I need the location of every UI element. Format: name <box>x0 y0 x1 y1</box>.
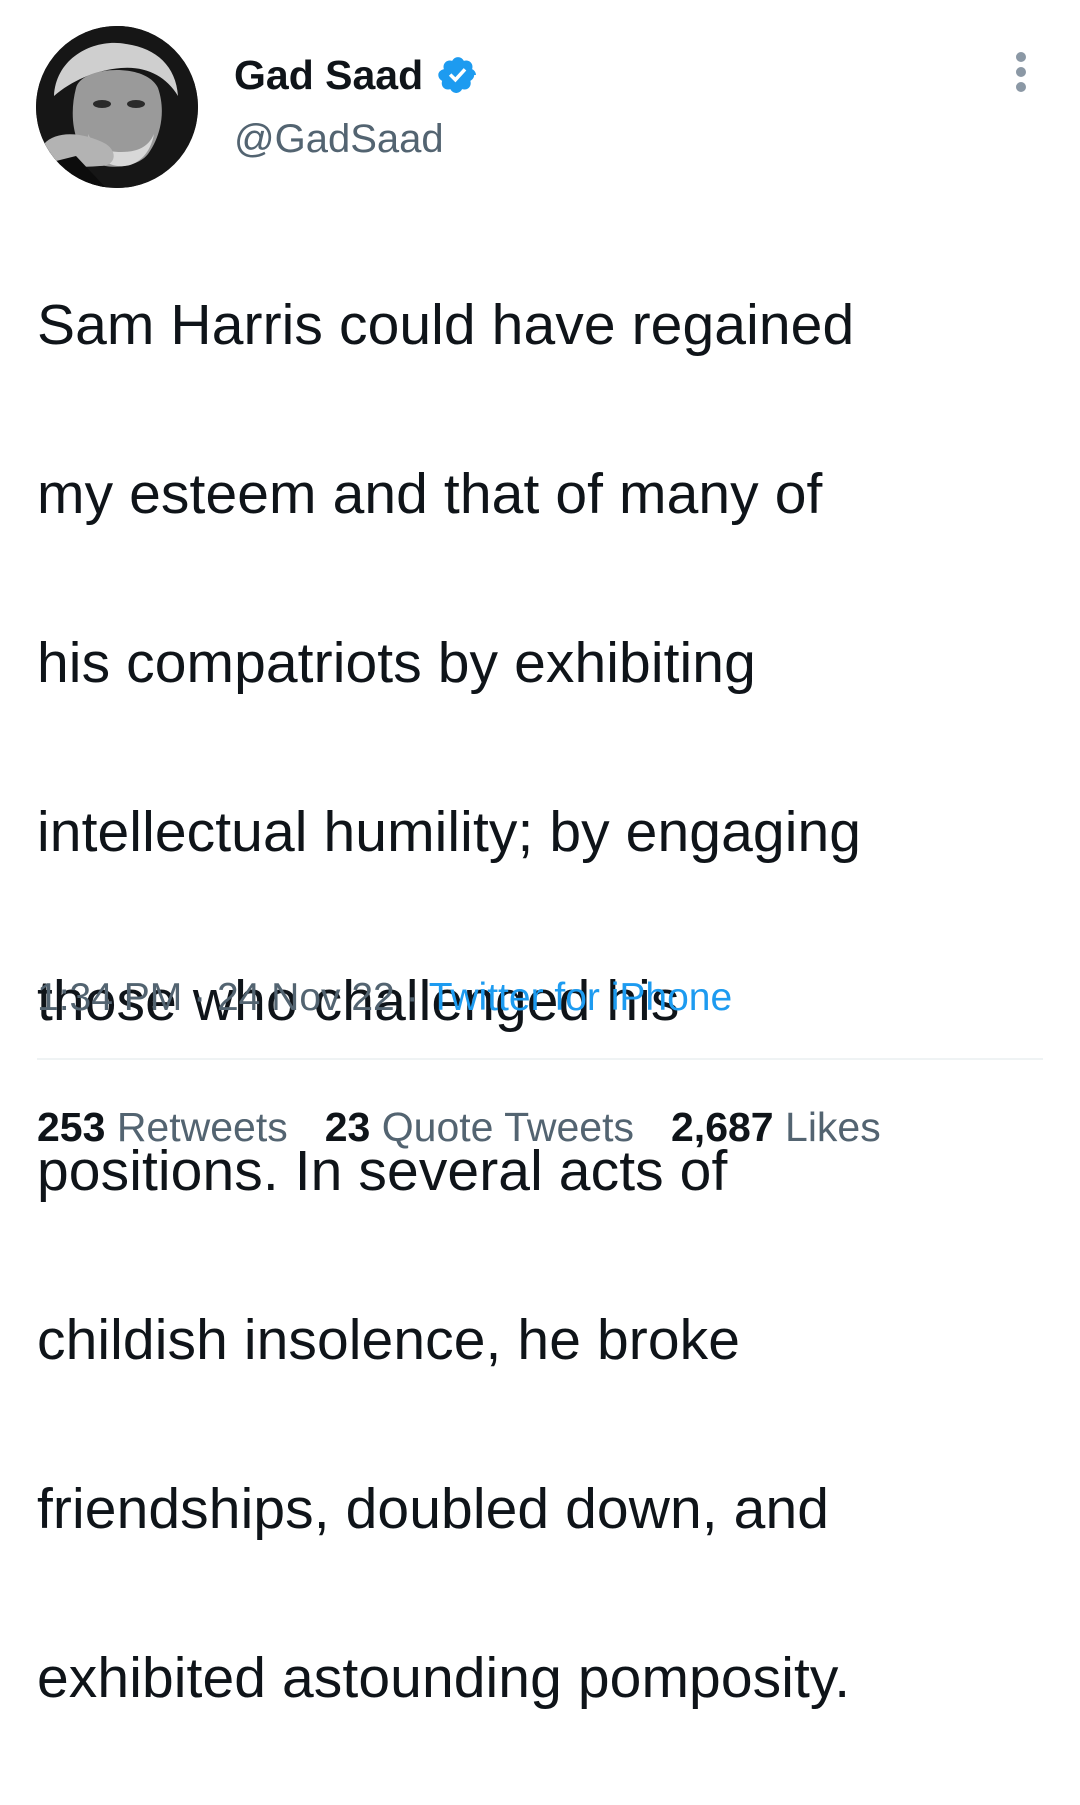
tweet-text-line: his compatriots by exhibiting <box>37 630 756 695</box>
author-handle[interactable]: @GadSaad <box>234 113 444 165</box>
tweet-stats: 253 Retweets 23 Quote Tweets 2,687 Likes <box>37 1100 918 1154</box>
divider <box>37 1058 1043 1060</box>
retweets-label: Retweets <box>116 1104 288 1150</box>
quote-tweets-stat[interactable]: 23 Quote Tweets <box>325 1100 634 1154</box>
quote-tweets-label: Quote Tweets <box>381 1104 634 1150</box>
tweet-text-line: my esteem and that of many of <box>37 461 823 526</box>
tweet-text-line: friendships, doubled down, and <box>37 1476 830 1541</box>
retweets-count: 253 <box>37 1104 106 1150</box>
profile-photo-icon <box>36 26 198 188</box>
author-name[interactable]: Gad Saad <box>234 48 423 102</box>
likes-label: Likes <box>785 1104 881 1150</box>
more-options-icon[interactable] <box>1000 48 1042 96</box>
quote-tweets-count: 23 <box>324 1104 371 1150</box>
tweet-date[interactable]: 24 Nov 22 <box>217 976 395 1019</box>
tweet-text-line: childish insolence, he broke <box>37 1307 741 1372</box>
tweet-text-line: Sam Harris could have regained <box>37 292 855 357</box>
meta-separator: · <box>193 976 207 1019</box>
tweet-detail: Gad Saad @GadSaad Sam Harris could have … <box>0 0 1080 1710</box>
tweet-source-link[interactable]: Twitter for iPhone <box>429 976 732 1019</box>
tweet-time[interactable]: 1:34 PM <box>37 976 182 1019</box>
author-name-row: Gad Saad <box>234 48 479 102</box>
tweet-text-line: intellectual humility; by engaging <box>37 800 862 865</box>
avatar[interactable] <box>36 26 198 188</box>
verified-badge-icon <box>437 54 479 96</box>
tweet-meta: 1:34 PM · 24 Nov 22 · Twitter for iPhone <box>37 972 732 1024</box>
likes-count: 2,687 <box>671 1104 774 1150</box>
likes-stat[interactable]: 2,687 Likes <box>671 1100 881 1154</box>
tweet-text-line: exhibited astounding pomposity. <box>37 1646 851 1711</box>
retweets-stat[interactable]: 253 Retweets <box>37 1100 288 1154</box>
meta-separator: · <box>405 976 419 1019</box>
